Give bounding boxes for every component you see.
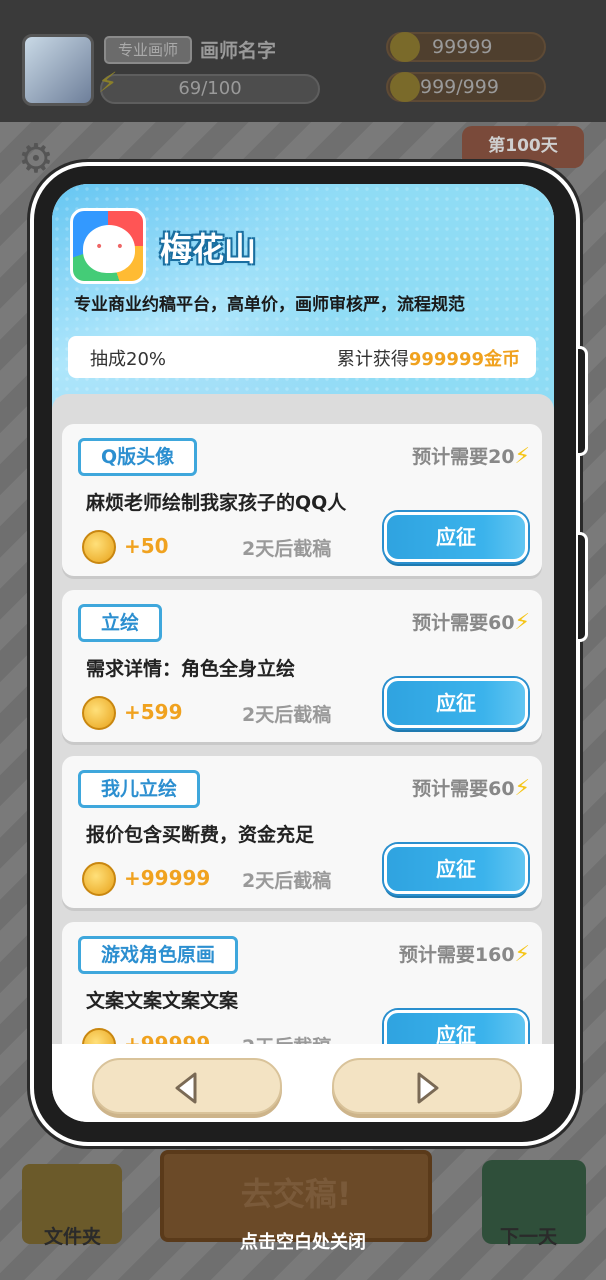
- total-earned-value: 999999金币: [408, 349, 520, 370]
- job-deadline: 2天后截稿: [242, 704, 332, 726]
- job-list[interactable]: Q版头像 预计需要20⚡ 麻烦老师绘制我家孩子的QQ人 +50 2天后截稿 应征…: [52, 394, 554, 1044]
- commission-rate: 抽成20%: [90, 349, 167, 370]
- pager-footer: [52, 1044, 554, 1122]
- triangle-left-icon: [175, 1072, 197, 1104]
- energy-cost-label: 预计需要20: [412, 446, 515, 468]
- coin-icon: [82, 696, 116, 730]
- triangle-right-icon: [417, 1072, 439, 1104]
- coin-icon: [82, 1028, 116, 1044]
- close-hint[interactable]: 点击空白处关闭: [0, 1228, 606, 1254]
- prev-page-button[interactable]: [92, 1058, 282, 1114]
- job-deadline: 2天后截稿: [242, 538, 332, 560]
- job-card: 我儿立绘 预计需要60⚡ 报价包含买断费，资金充足 +99999 2天后截稿 应…: [62, 756, 542, 908]
- job-tag: 立绘: [78, 604, 163, 642]
- job-card: Q版头像 预计需要20⚡ 麻烦老师绘制我家孩子的QQ人 +50 2天后截稿 应征: [62, 424, 542, 576]
- platform-logo-icon: [70, 208, 146, 284]
- energy-cost-label: 预计需要60: [412, 612, 515, 634]
- job-tag: Q版头像: [78, 438, 198, 476]
- coin-icon: [82, 530, 116, 564]
- job-reward: +50: [124, 534, 169, 558]
- bulb-icon: [390, 72, 420, 102]
- next-page-button[interactable]: [332, 1058, 522, 1114]
- total-earned-label: 累计获得: [336, 349, 409, 370]
- energy-cost: 预计需要20⚡: [412, 442, 530, 469]
- energy-bar: ⚡ 69/100: [98, 69, 320, 104]
- job-description: 文案文案文案文案: [86, 990, 239, 1012]
- phone-screen: 梅花山 专业商业约稿平台，高单价，画师审核严，流程规范 抽成20% 累计获得99…: [52, 184, 554, 1122]
- job-reward: +599: [124, 700, 183, 724]
- platform-description: 专业商业约稿平台，高单价，画师审核严，流程规范: [74, 295, 465, 315]
- idea-value: 999/999: [420, 76, 499, 98]
- bolt-icon: ⚡: [514, 444, 530, 469]
- job-card: 游戏角色原画 预计需要160⚡ 文案文案文案文案 +99999 2天后截稿 应征: [62, 922, 542, 1044]
- bolt-icon: ⚡: [514, 610, 530, 635]
- job-deadline: 2天后截稿: [242, 870, 332, 892]
- pro-artist-tag: 专业画师: [104, 36, 192, 64]
- job-tag: 我儿立绘: [78, 770, 201, 808]
- settings-gear-icon[interactable]: ⚙: [18, 136, 54, 182]
- bolt-icon: ⚡: [514, 776, 530, 801]
- coin-value: 99999: [432, 36, 493, 58]
- job-description: 麻烦老师绘制我家孩子的QQ人: [86, 492, 347, 514]
- avatar[interactable]: [22, 34, 94, 106]
- platform-stats: 抽成20% 累计获得999999金币: [68, 336, 536, 378]
- apply-button[interactable]: 应征: [384, 512, 528, 562]
- apply-button[interactable]: 应征: [384, 1010, 528, 1044]
- job-description: 报价包含买断费，资金充足: [86, 824, 315, 846]
- energy-cost-label: 预计需要60: [412, 778, 515, 800]
- job-card: 立绘 预计需要60⚡ 需求详情：角色全身立绘 +599 2天后截稿 应征: [62, 590, 542, 742]
- job-reward: +99999: [124, 866, 211, 890]
- phone-side-button: [578, 346, 588, 456]
- energy-cost: 预计需要160⚡: [399, 940, 530, 967]
- coin-counter: 99999: [386, 32, 546, 62]
- energy-cost-label: 预计需要160: [398, 944, 515, 966]
- phone-side-button: [578, 532, 588, 642]
- bolt-icon: ⚡: [514, 942, 530, 967]
- job-tag: 游戏角色原画: [78, 936, 239, 974]
- job-description: 需求详情：角色全身立绘: [86, 658, 296, 680]
- job-deadline: 2天后截稿: [242, 1032, 331, 1044]
- energy-value: 69/100: [178, 78, 242, 99]
- coin-icon: [390, 32, 420, 62]
- coin-icon: [82, 862, 116, 896]
- artist-name: 画师名字: [200, 40, 277, 62]
- apply-button[interactable]: 应征: [384, 844, 528, 894]
- platform-name: 梅花山: [160, 230, 257, 268]
- apply-button[interactable]: 应征: [384, 678, 528, 728]
- energy-cost: 预计需要60⚡: [412, 774, 530, 801]
- energy-cost: 预计需要60⚡: [412, 608, 530, 635]
- total-earned: 累计获得999999金币: [337, 345, 520, 371]
- energy-icon: ⚡: [98, 66, 118, 99]
- idea-counter: 999/999: [386, 72, 546, 102]
- job-reward: +99999: [124, 1032, 211, 1044]
